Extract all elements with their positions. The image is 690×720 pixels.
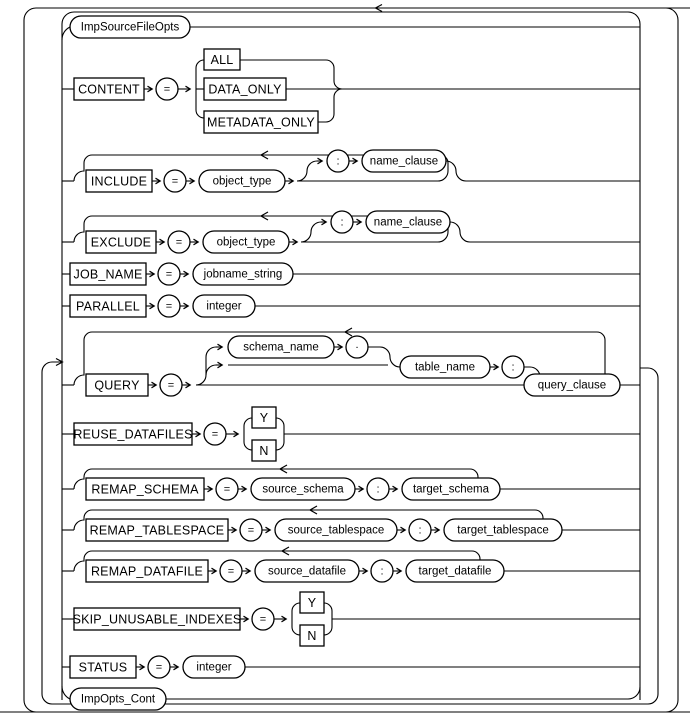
value-source-schema-label: source_schema [262,484,344,496]
row-content: CONTENT = ALL DATA_ONLY METADATA_ONLY [62,48,640,134]
row-remap-datafile: REMAP_DATAFILE = source_datafile : targe… [62,546,640,583]
value-target-tablespace-label: target_tablespace [457,525,548,537]
value-source-datafile-label: source_datafile [268,566,346,578]
operator-equals-content-label: = [164,84,170,96]
row-status: STATUS = integer [62,655,640,679]
inner-stack-frame [61,11,641,700]
keyword-remap-schema-label: REMAP_SCHEMA [91,483,199,497]
value-integer-parallel-label: integer [206,301,241,313]
row-exclude: EXCLUDE = object_type : name_clause [62,210,640,254]
operator-equals-parallel-label: = [166,301,172,313]
choice-all-label: ALL [211,53,234,67]
choice-metadata-only-label: METADATA_ONLY [207,116,315,130]
value-source-tablespace-label: source_tablespace [288,525,385,537]
operator-equals-status-label: = [156,662,162,674]
choice-skip-n-label: N [307,629,316,643]
keyword-skip-unusable-indexes-label: SKIP_UNUSABLE_INDEXES [73,613,242,627]
row-parallel: PARALLEL = integer [62,294,640,318]
row-query: QUERY = schema_name . table_name : query… [62,327,640,397]
operator-equals-reuse-datafiles-label: = [212,429,218,441]
row-job-name: JOB_NAME = jobname_string [62,262,640,286]
keyword-remap-tablespace-label: REMAP_TABLESPACE [90,524,225,538]
keyword-content-label: CONTENT [78,83,140,97]
row-remap-schema: REMAP_SCHEMA = source_schema : target_sc… [62,464,640,501]
value-name-clause-include-label: name_clause [370,156,438,168]
operator-colon-exclude-label: : [340,217,343,229]
keyword-include-label: INCLUDE [91,175,147,189]
value-object-type-include-label: object_type [213,176,272,188]
operator-equals-exclude-label: = [176,237,182,249]
value-query-clause-label: query_clause [538,380,606,392]
choice-skip-y-label: Y [308,596,317,610]
keyword-job-name-label: JOB_NAME [74,268,143,282]
choice-reuse-n-label: N [259,444,268,458]
row-reuse-datafiles: REUSE_DATAFILES = Y N [62,406,640,462]
operator-colon-remap-datafile-label: : [380,566,383,578]
operator-equals-remap-datafile-label: = [228,566,234,578]
operator-colon-query-label: : [511,362,514,374]
value-target-schema-label: target_schema [413,484,490,496]
operator-equals-query-label: = [168,380,174,392]
keyword-remap-datafile-label: REMAP_DATAFILE [91,565,203,579]
outer-frame [0,3,690,713]
railroad-diagram: ImpSourceFileOpts CONTENT = ALL DATA_ONL… [0,3,690,713]
operator-equals-remap-tablespace-label: = [248,525,254,537]
value-schema-name-label: schema_name [243,342,318,354]
row-end-ref: ImpOpts_Cont [61,685,641,711]
keyword-parallel-label: PARALLEL [76,300,140,314]
operator-equals-job-name-label: = [166,269,172,281]
choice-data-only-label: DATA_ONLY [208,83,282,97]
operator-colon-remap-schema-label: : [376,484,379,496]
row-include: INCLUDE = object_type : name_clause [62,149,640,193]
operator-colon-remap-tablespace-label: : [418,525,421,537]
ref-impopts-cont-label: ImpOpts_Cont [81,694,156,706]
value-table-name-label: table_name [415,362,475,374]
operator-equals-include-label: = [172,176,178,188]
ref-impsourcefileopts-label: ImpSourceFileOpts [81,22,180,34]
row-remap-tablespace: REMAP_TABLESPACE = source_tablespace : t… [62,505,640,542]
value-jobname-string-label: jobname_string [203,269,283,281]
keyword-query-label: QUERY [94,379,140,393]
value-target-datafile-label: target_datafile [419,566,492,578]
keyword-reuse-datafiles-label: REUSE_DATAFILES [73,428,192,442]
operator-equals-remap-schema-label: = [224,484,230,496]
operator-equals-skip-unusable-indexes-label: = [260,614,266,626]
keyword-exclude-label: EXCLUDE [91,236,151,250]
row-skip-unusable-indexes: SKIP_UNUSABLE_INDEXES = Y N [62,591,640,647]
value-integer-status-label: integer [196,662,231,674]
operator-colon-include-label: : [336,156,339,168]
keyword-status-label: STATUS [79,661,128,675]
value-object-type-exclude-label: object_type [217,237,276,249]
value-name-clause-exclude-label: name_clause [374,217,442,229]
row-start-ref: ImpSourceFileOpts [61,15,640,41]
choice-reuse-y-label: Y [260,411,269,425]
operator-dot-query-label: . [355,339,358,351]
